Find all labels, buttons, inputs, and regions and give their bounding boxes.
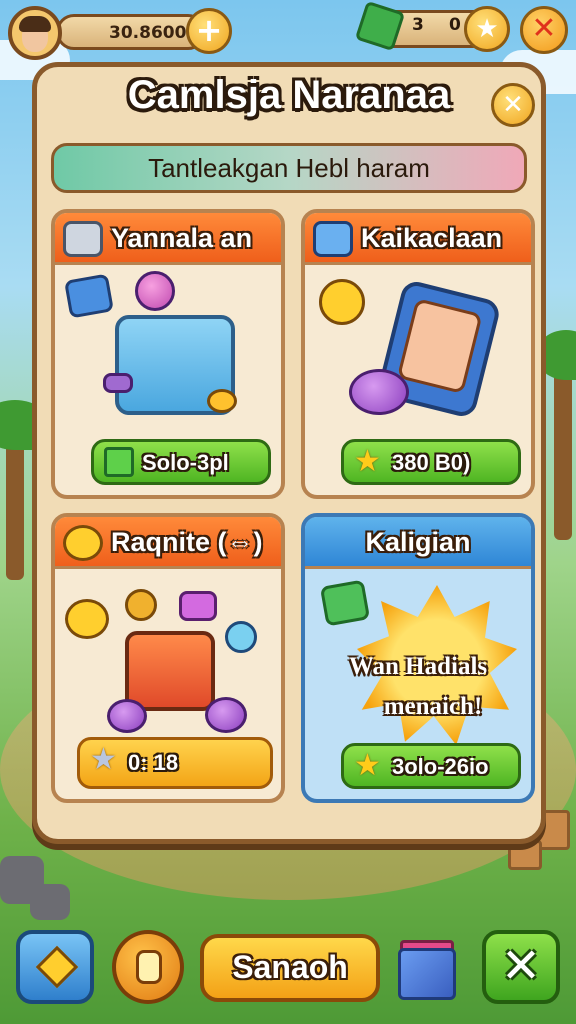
toolbox-icon [63, 221, 103, 257]
close-bottom-button[interactable]: ✕ [482, 930, 560, 1004]
pink-block-icon [179, 591, 217, 621]
card-title: Kaligian [365, 527, 471, 557]
tablet-illustration [305, 265, 531, 435]
panel-subtitle-banner: Tantleakgan Hebl haram [51, 143, 527, 193]
shop-card-1[interactable]: Yannala an Solo-3pl [51, 209, 285, 499]
price-label: 0: 18 [128, 750, 179, 775]
purple-pot-icon [349, 369, 409, 415]
gift-box [125, 631, 215, 711]
blue-orb-icon [225, 621, 257, 653]
price-label: Solo-3pl [142, 450, 229, 475]
shop-card-4[interactable]: Kaligian Wan Hadials menaich! ★ 3olo-26i… [301, 513, 535, 803]
pot-button[interactable] [112, 930, 184, 1004]
smiley-coin-icon [63, 525, 103, 561]
panel-close-button[interactable]: ✕ [491, 83, 535, 127]
buy-button[interactable]: ★ 0: 18 [77, 737, 273, 789]
honey-pot-icon [136, 950, 162, 984]
burst-illustration: Wan Hadials menaich! [305, 569, 531, 749]
add-coins-button[interactable]: + [186, 8, 232, 54]
coin-counter: 30.8600 [56, 14, 206, 50]
close-icon: ✕ [531, 11, 557, 46]
close-icon: ✕ [500, 938, 542, 994]
cash-icon [104, 447, 134, 477]
hud-close-button[interactable]: ✕ [520, 6, 568, 54]
gold-badge-icon [65, 599, 109, 639]
card-header: Kaligian [305, 517, 531, 569]
tablet-screen [396, 298, 483, 395]
star-icon: ★ [354, 748, 381, 783]
card-title: Raqnite (⇔) [111, 527, 263, 557]
card-header: Raqnite (⇔) [55, 517, 281, 569]
star-badge-icon [64, 273, 114, 319]
shop-card-2[interactable]: Kaikaclaan ★ 380 B0) [301, 209, 535, 499]
search-button[interactable]: Sanaoh [200, 934, 380, 1002]
coin-amount: 30.8600 [109, 23, 187, 43]
gem-amount: 3 [412, 15, 424, 35]
card-header: Kaikaclaan [305, 213, 531, 265]
palm-trunk-right [554, 360, 572, 540]
star-icon: ★ [354, 444, 381, 479]
star-icon: ★ [475, 14, 499, 44]
purple-pot-right-icon [205, 697, 247, 733]
gem-extra-amount: 0 [449, 15, 461, 35]
lever-icon [103, 373, 133, 393]
tag-icon [35, 945, 79, 989]
card-title: Yannala an [111, 223, 253, 253]
orb-icon [135, 271, 175, 311]
close-icon: ✕ [502, 90, 524, 120]
player-avatar[interactable] [8, 6, 62, 60]
price-label: 3olo-26io [392, 754, 489, 779]
flower-icon [125, 589, 157, 621]
shop-panel: Camlsja Naranaa ✕ Tantleakgan Hebl haram… [32, 62, 546, 844]
rock-left-small [30, 884, 70, 920]
card-title: Kaikaclaan [361, 223, 503, 253]
tag-button[interactable] [16, 930, 94, 1004]
machine-illustration [55, 265, 281, 435]
star-icon: ★ [90, 742, 117, 777]
coin-ring-icon [207, 389, 237, 413]
price-label: 380 B0) [392, 450, 471, 475]
crate-right-small [508, 840, 542, 870]
purple-pot-left-icon [107, 699, 147, 733]
buy-button[interactable]: ★ 380 B0) [341, 439, 521, 485]
lock-badge-icon [319, 579, 371, 627]
burst-line-1: Wan Hadials [348, 653, 488, 680]
burst-line-2: menaich! [383, 693, 483, 720]
star-button[interactable]: ★ [464, 6, 510, 52]
sun-badge-icon [319, 279, 365, 325]
bag-icon [313, 221, 353, 257]
buy-button[interactable]: Solo-3pl [91, 439, 271, 485]
box-icon [398, 948, 456, 1000]
shop-card-3[interactable]: Raqnite (⇔) ★ 0: 18 [51, 513, 285, 803]
gift-illustration [55, 569, 281, 739]
panel-title: Camlsja Naranaa [127, 73, 451, 117]
buy-button[interactable]: ★ 3olo-26io [341, 743, 521, 789]
card-header: Yannala an [55, 213, 281, 265]
gift-box-button[interactable] [392, 934, 462, 1004]
avatar-hair [19, 16, 51, 32]
